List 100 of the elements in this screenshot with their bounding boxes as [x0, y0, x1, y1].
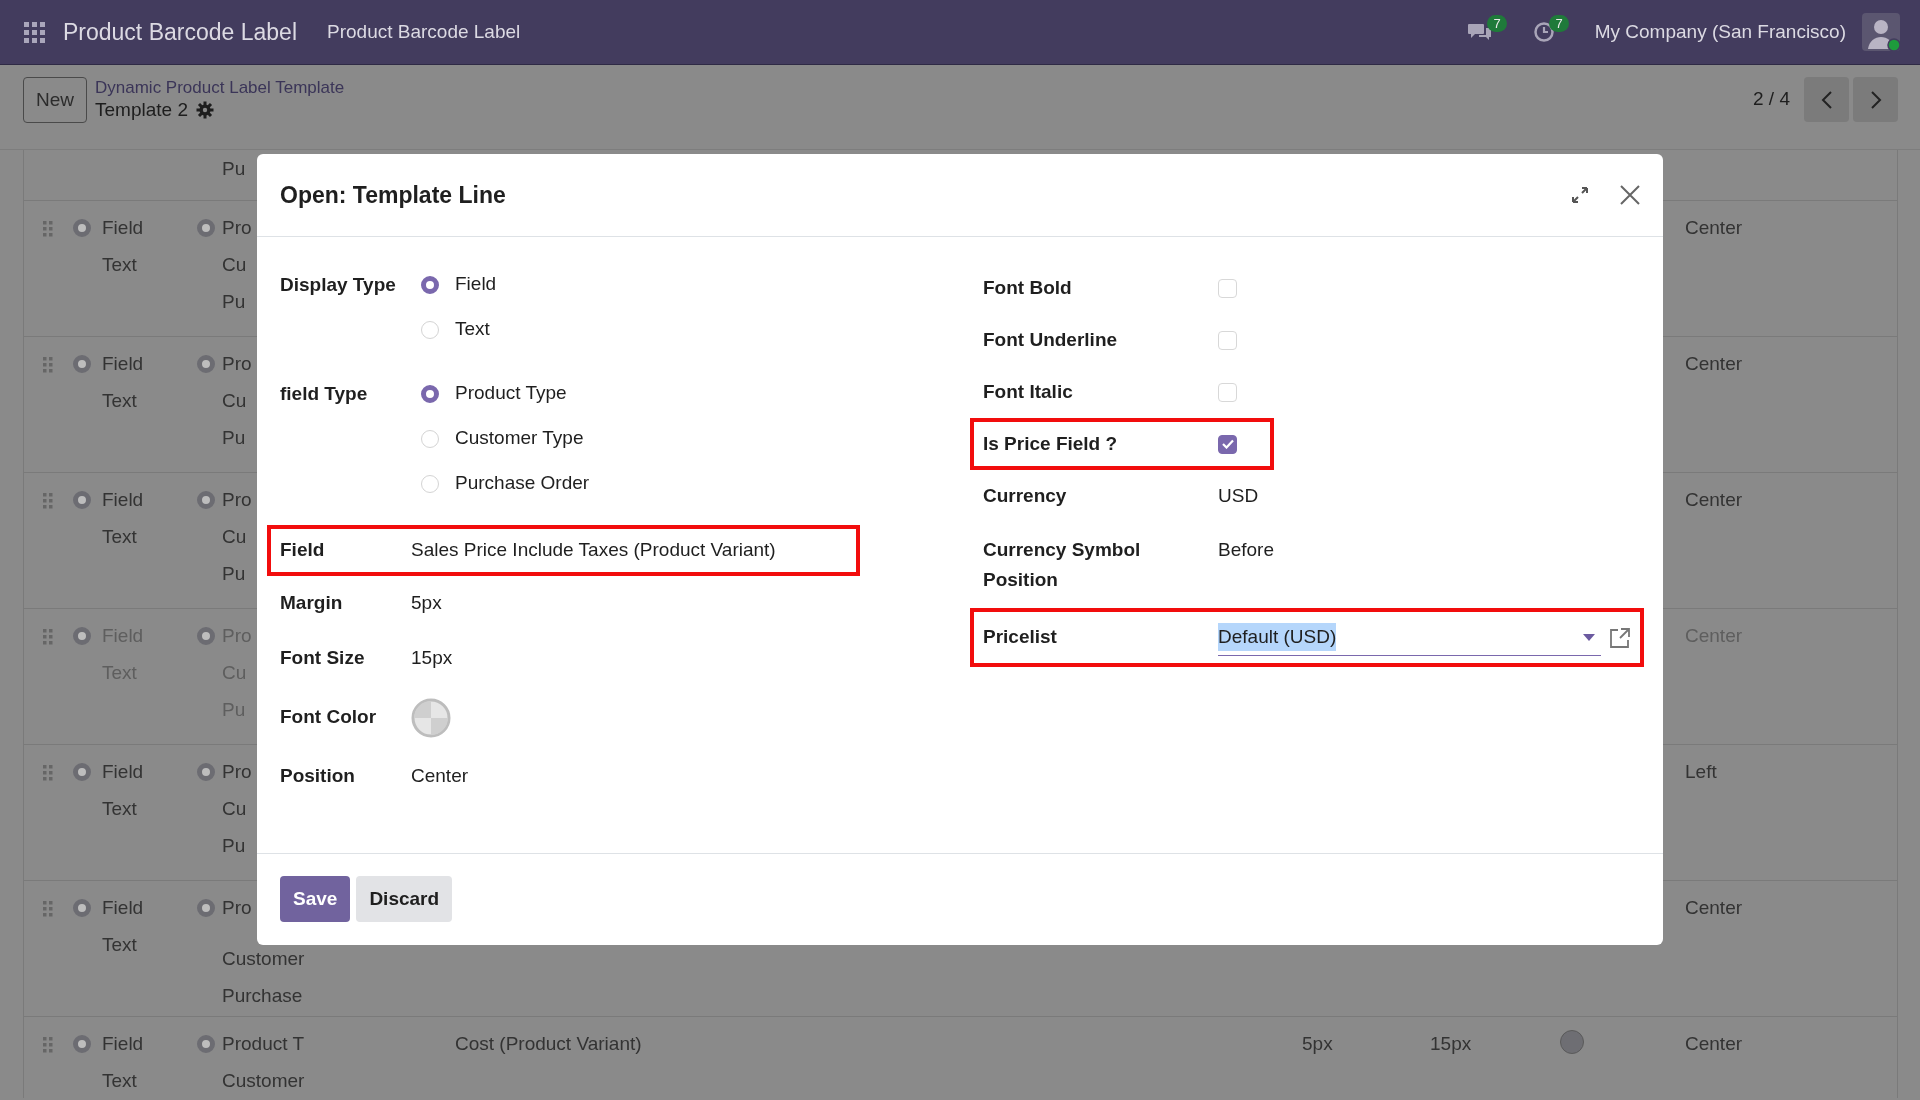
radio-icon — [196, 897, 216, 918]
table-cell-text: Pro — [222, 352, 252, 376]
table-cell-text: Text — [102, 389, 137, 413]
table-cell-text: Customer — [222, 947, 305, 971]
field-label: Pricelist — [983, 625, 1058, 650]
badge-count: 7 — [1549, 15, 1569, 32]
drag-handle-icon — [43, 629, 53, 645]
radio-button[interactable] — [421, 275, 439, 294]
table-cell-text: Pu — [222, 562, 246, 586]
drag-handle-icon — [43, 901, 53, 917]
table-cell-text: Field — [102, 760, 144, 784]
table-cell-text: Field — [102, 488, 144, 512]
drag-handle-icon — [43, 765, 53, 781]
table-cell-text: Pro — [222, 488, 252, 512]
radio-icon — [196, 625, 216, 646]
check-icon — [1221, 439, 1234, 449]
field-label: Position — [280, 764, 356, 789]
table-cell-text: Pro — [222, 760, 252, 784]
table-cell-text: Cu — [222, 797, 247, 821]
table-cell: Center — [1685, 1033, 1743, 1054]
table-cell-text: Cu — [222, 525, 247, 549]
field-value: Center — [411, 764, 470, 789]
radio-icon — [196, 489, 216, 510]
gear-icon[interactable] — [195, 101, 214, 119]
pricelist-select[interactable]: Default (USD) — [1218, 619, 1601, 656]
table-cell-text: Purchase — [222, 984, 303, 1008]
table-cell-text: Field — [102, 352, 144, 376]
radio-icon — [72, 625, 92, 646]
table-cell-text: Text — [102, 525, 137, 549]
table-cell: Center — [1685, 897, 1743, 918]
save-button[interactable]: Save — [280, 876, 351, 922]
field-label: field Type — [280, 382, 369, 406]
radio-icon — [196, 761, 216, 782]
table-cell: Center — [1685, 489, 1743, 510]
field-label: Is Price Field ? — [983, 431, 1119, 456]
menu-item[interactable]: Product Barcode Label — [327, 17, 521, 47]
field-label: Font Color — [280, 705, 378, 730]
field-value: Before — [1218, 538, 1275, 562]
table-cell-text: Pro — [222, 896, 252, 920]
external-link-icon[interactable] — [1609, 626, 1631, 649]
next-button[interactable] — [1853, 77, 1898, 122]
chevron-right-icon — [1869, 90, 1882, 109]
table-cell-text: Cu — [222, 253, 247, 277]
field-label: Display Type — [280, 273, 397, 297]
discard-button[interactable]: Discard — [356, 876, 453, 922]
new-button[interactable]: New — [23, 77, 87, 123]
checkbox[interactable] — [1218, 434, 1237, 454]
option-label[interactable]: Product Type — [455, 379, 567, 408]
table-cell: Center — [1685, 217, 1743, 238]
table-cell-text: Pu — [222, 157, 246, 181]
caret-icon — [1583, 633, 1595, 641]
radio-icon — [72, 217, 92, 238]
field-label: Currency — [983, 484, 1068, 509]
option-label[interactable]: Text — [455, 315, 490, 344]
table-cell-text: Text — [102, 1069, 137, 1093]
drag-handle-icon — [43, 1037, 53, 1053]
radio-icon — [72, 897, 92, 918]
pager-value: 2 / 4 — [1753, 87, 1790, 112]
table-cell-text: Pu — [222, 426, 246, 450]
field-label: Font Size — [280, 646, 366, 671]
apps-menu-icon[interactable] — [24, 21, 45, 43]
table-cell: Left — [1685, 761, 1717, 782]
close-icon[interactable] — [1619, 184, 1641, 206]
field-value: USD — [1218, 484, 1260, 509]
field-label: Font Underline — [983, 327, 1119, 352]
table-cell-text: Field — [102, 216, 144, 240]
previous-button[interactable] — [1804, 77, 1849, 122]
app-title[interactable]: Product Barcode Label — [63, 14, 297, 50]
option-label[interactable]: Customer Type — [455, 424, 584, 453]
table-cell-text: Pro — [222, 216, 252, 240]
table-cell-text: Field — [102, 896, 144, 920]
avatar-icon[interactable] — [1862, 13, 1900, 51]
expand-icon[interactable] — [1571, 186, 1589, 204]
color-picker-icon[interactable] — [411, 697, 451, 738]
select-value: Default (USD) — [1218, 622, 1337, 652]
table-cell: 5px — [1302, 1033, 1333, 1054]
radio-button[interactable] — [421, 384, 439, 403]
badge-count: 7 — [1487, 15, 1507, 32]
table-cell-text: Customer — [222, 1069, 305, 1093]
radio-icon — [72, 761, 92, 782]
option-label[interactable]: Field — [455, 270, 497, 299]
radio-icon — [72, 1033, 92, 1054]
drag-handle-icon — [43, 493, 53, 509]
field-label: Font Bold — [983, 275, 1073, 300]
field-label: Margin — [280, 591, 344, 616]
field-value: 5px — [411, 591, 443, 616]
field-label: Currency Symbol Position — [983, 538, 1142, 592]
table-cell-text: Product T — [222, 1032, 305, 1056]
field-value: 15px — [411, 646, 454, 671]
option-label[interactable]: Purchase Order — [455, 469, 590, 498]
table-cell-text: Text — [102, 253, 137, 277]
radio-icon — [196, 353, 216, 374]
table-cell-text: Text — [102, 797, 137, 821]
company-name[interactable]: My Company (San Francisco) — [1594, 17, 1846, 47]
chevron-left-icon — [1820, 90, 1833, 109]
clock-icon[interactable] — [1532, 21, 1555, 43]
drag-handle-icon — [43, 221, 53, 237]
table-cell-text: Cu — [222, 389, 247, 413]
radio-icon — [196, 217, 216, 238]
field-label: Field — [280, 538, 326, 563]
